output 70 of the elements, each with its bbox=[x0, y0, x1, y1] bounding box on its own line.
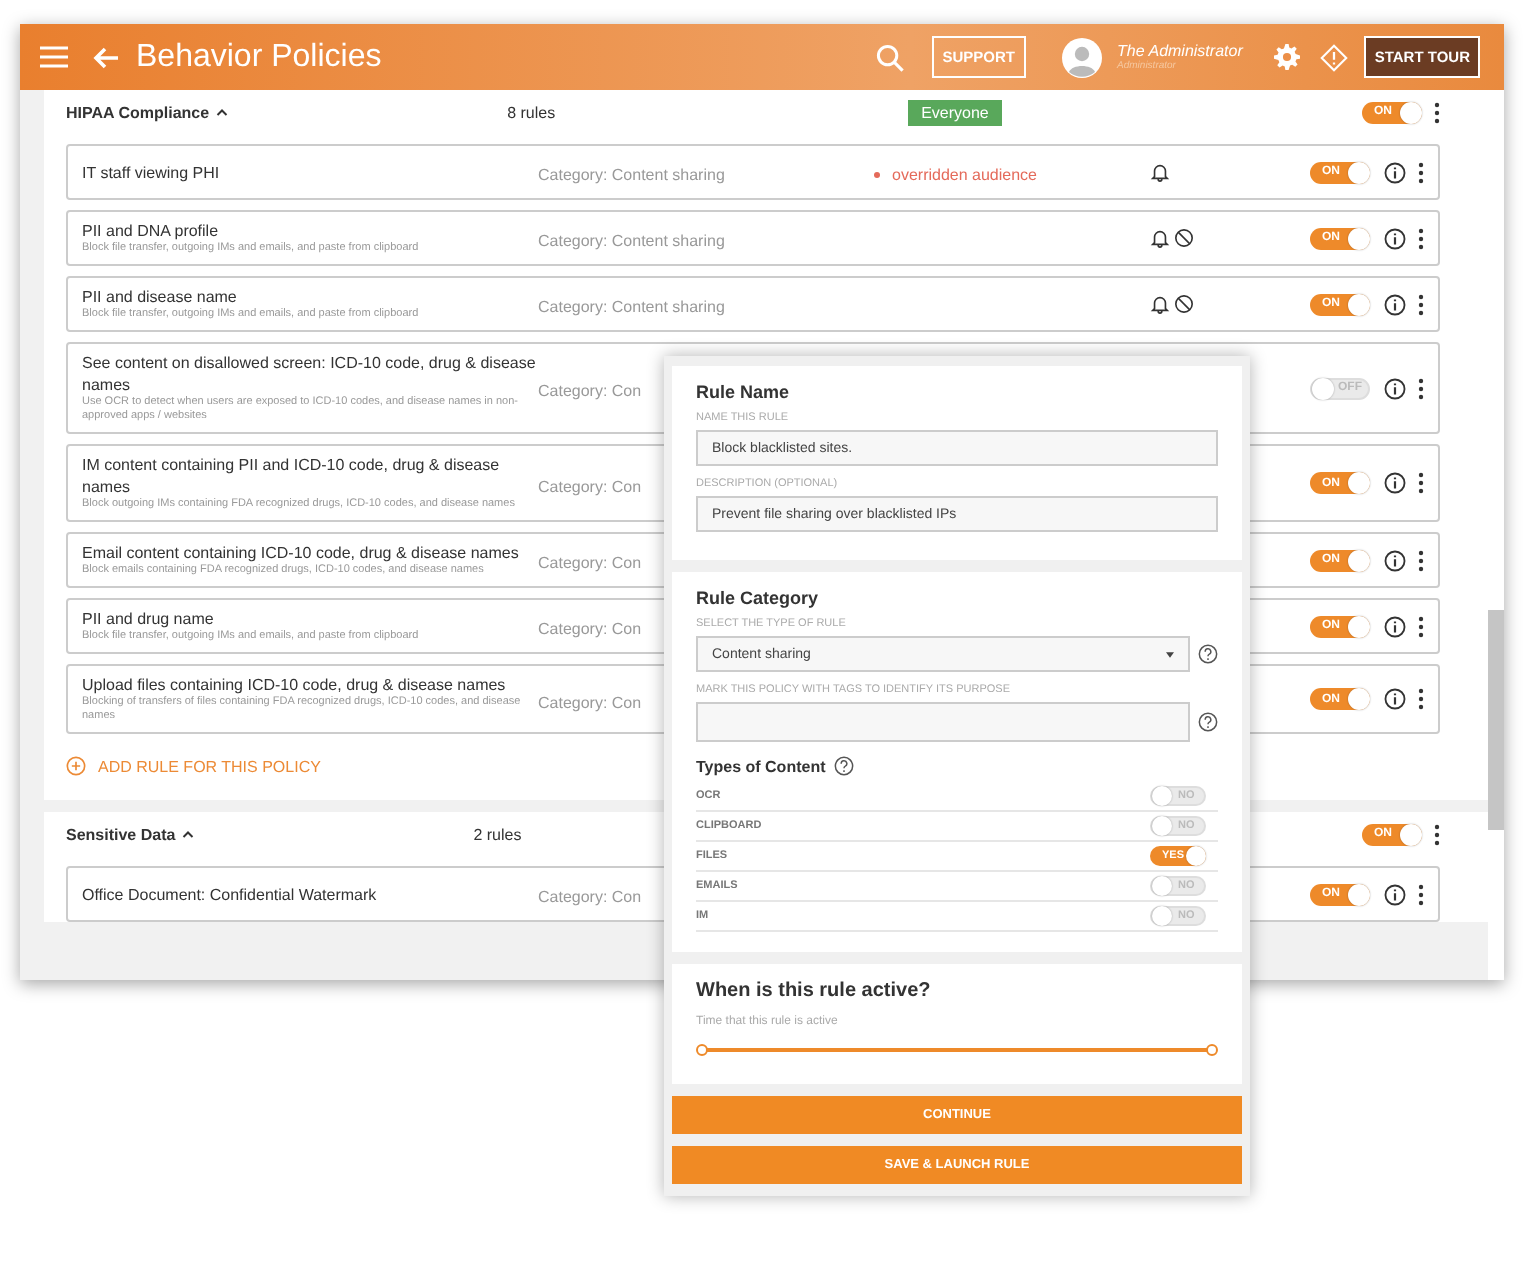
info-icon[interactable] bbox=[1384, 615, 1406, 637]
rule-count: 8 rules bbox=[507, 103, 558, 121]
rule-name: PII and DNA profile bbox=[82, 220, 221, 242]
rule-name: IM content containing PII and ICD-10 code, drug & disease names bbox=[82, 454, 502, 498]
menu-icon[interactable] bbox=[40, 46, 68, 68]
scrollbar[interactable] bbox=[1488, 90, 1504, 980]
policy-name[interactable]: Sensitive Data bbox=[66, 825, 176, 843]
more-icon[interactable] bbox=[1418, 293, 1424, 315]
add-rule-link[interactable]: ADD RULE FOR THIS POLICY bbox=[66, 744, 321, 800]
rule-category: Category: Con bbox=[538, 888, 642, 906]
more-icon[interactable] bbox=[1418, 549, 1424, 571]
info-icon[interactable] bbox=[1384, 293, 1406, 315]
rule-category: Category: Content sharing bbox=[538, 166, 725, 184]
add-circle-icon bbox=[66, 756, 86, 776]
rule-category: Category: Con bbox=[538, 382, 642, 400]
more-icon[interactable] bbox=[1434, 823, 1440, 845]
help-icon[interactable] bbox=[1198, 644, 1218, 664]
rule-name: Office Document: Confidential Watermark bbox=[82, 883, 379, 905]
more-icon[interactable] bbox=[1418, 161, 1424, 183]
rule-name: Email content containing ICD-10 code, drug & disease names bbox=[82, 542, 521, 564]
page-title: Behavior Policies bbox=[136, 39, 382, 75]
rule-name: IT staff viewing PHI bbox=[82, 161, 222, 183]
info-icon[interactable] bbox=[1384, 549, 1406, 571]
audience-tag: Everyone bbox=[907, 99, 1003, 125]
more-icon[interactable] bbox=[1418, 688, 1424, 710]
caret-icon[interactable] bbox=[215, 108, 228, 116]
rule-category: Category: Content sharing bbox=[538, 298, 725, 316]
help-icon[interactable] bbox=[1198, 712, 1218, 732]
bell-icon bbox=[1150, 228, 1170, 248]
prohibited-icon bbox=[1174, 294, 1194, 314]
more-icon[interactable] bbox=[1418, 472, 1424, 494]
rule-category: Category: Con bbox=[538, 693, 642, 711]
rule-name: See content on disallowed screen: ICD-10 code, drug & disease names bbox=[82, 352, 538, 396]
audience-note: overridden audience bbox=[874, 166, 1037, 184]
back-arrow-icon[interactable] bbox=[92, 45, 120, 69]
rule-name: PII and drug name bbox=[82, 608, 216, 630]
more-icon[interactable] bbox=[1418, 227, 1424, 249]
rule-name: PII and disease name bbox=[82, 286, 239, 308]
bell-icon bbox=[1150, 294, 1170, 314]
rule-category: Category: Con bbox=[538, 554, 642, 572]
tags-input-field[interactable] bbox=[696, 702, 1190, 742]
caret-icon[interactable] bbox=[181, 830, 194, 838]
info-icon[interactable] bbox=[1384, 883, 1406, 905]
prohibited-icon bbox=[1174, 228, 1194, 248]
more-icon[interactable] bbox=[1418, 883, 1424, 905]
rule-category: Category: Content sharing bbox=[538, 232, 725, 250]
more-icon[interactable] bbox=[1434, 101, 1440, 123]
more-icon[interactable] bbox=[1418, 377, 1424, 399]
section-title: When is this rule active? bbox=[696, 980, 933, 1002]
user-name: The Administrator bbox=[1117, 42, 1243, 60]
rule-category: Category: Con bbox=[538, 477, 642, 495]
info-icon[interactable] bbox=[1384, 227, 1406, 249]
rule-name: Upload files containing ICD-10 code, drug & disease names bbox=[82, 674, 508, 696]
rule-category: Category: Con bbox=[538, 620, 642, 638]
info-icon[interactable] bbox=[1384, 688, 1406, 710]
policy-name[interactable]: HIPAA Compliance bbox=[66, 103, 210, 121]
bell-icon bbox=[1150, 162, 1170, 182]
help-icon[interactable] bbox=[833, 756, 854, 776]
info-icon[interactable] bbox=[1384, 377, 1406, 399]
info-icon[interactable] bbox=[1384, 161, 1406, 183]
section-subtitle: Types of Content bbox=[696, 757, 826, 775]
rule-count: 2 rules bbox=[473, 825, 524, 843]
slider-handle[interactable] bbox=[696, 1044, 708, 1056]
section-title: Rule Category bbox=[696, 588, 821, 608]
time-range-slider[interactable] bbox=[702, 1044, 1212, 1056]
slider-handle[interactable] bbox=[1206, 1044, 1218, 1056]
info-icon[interactable] bbox=[1384, 472, 1406, 494]
more-icon[interactable] bbox=[1418, 615, 1424, 637]
section-title: Rule Name bbox=[696, 382, 792, 402]
caret-icon[interactable] bbox=[1166, 651, 1174, 657]
